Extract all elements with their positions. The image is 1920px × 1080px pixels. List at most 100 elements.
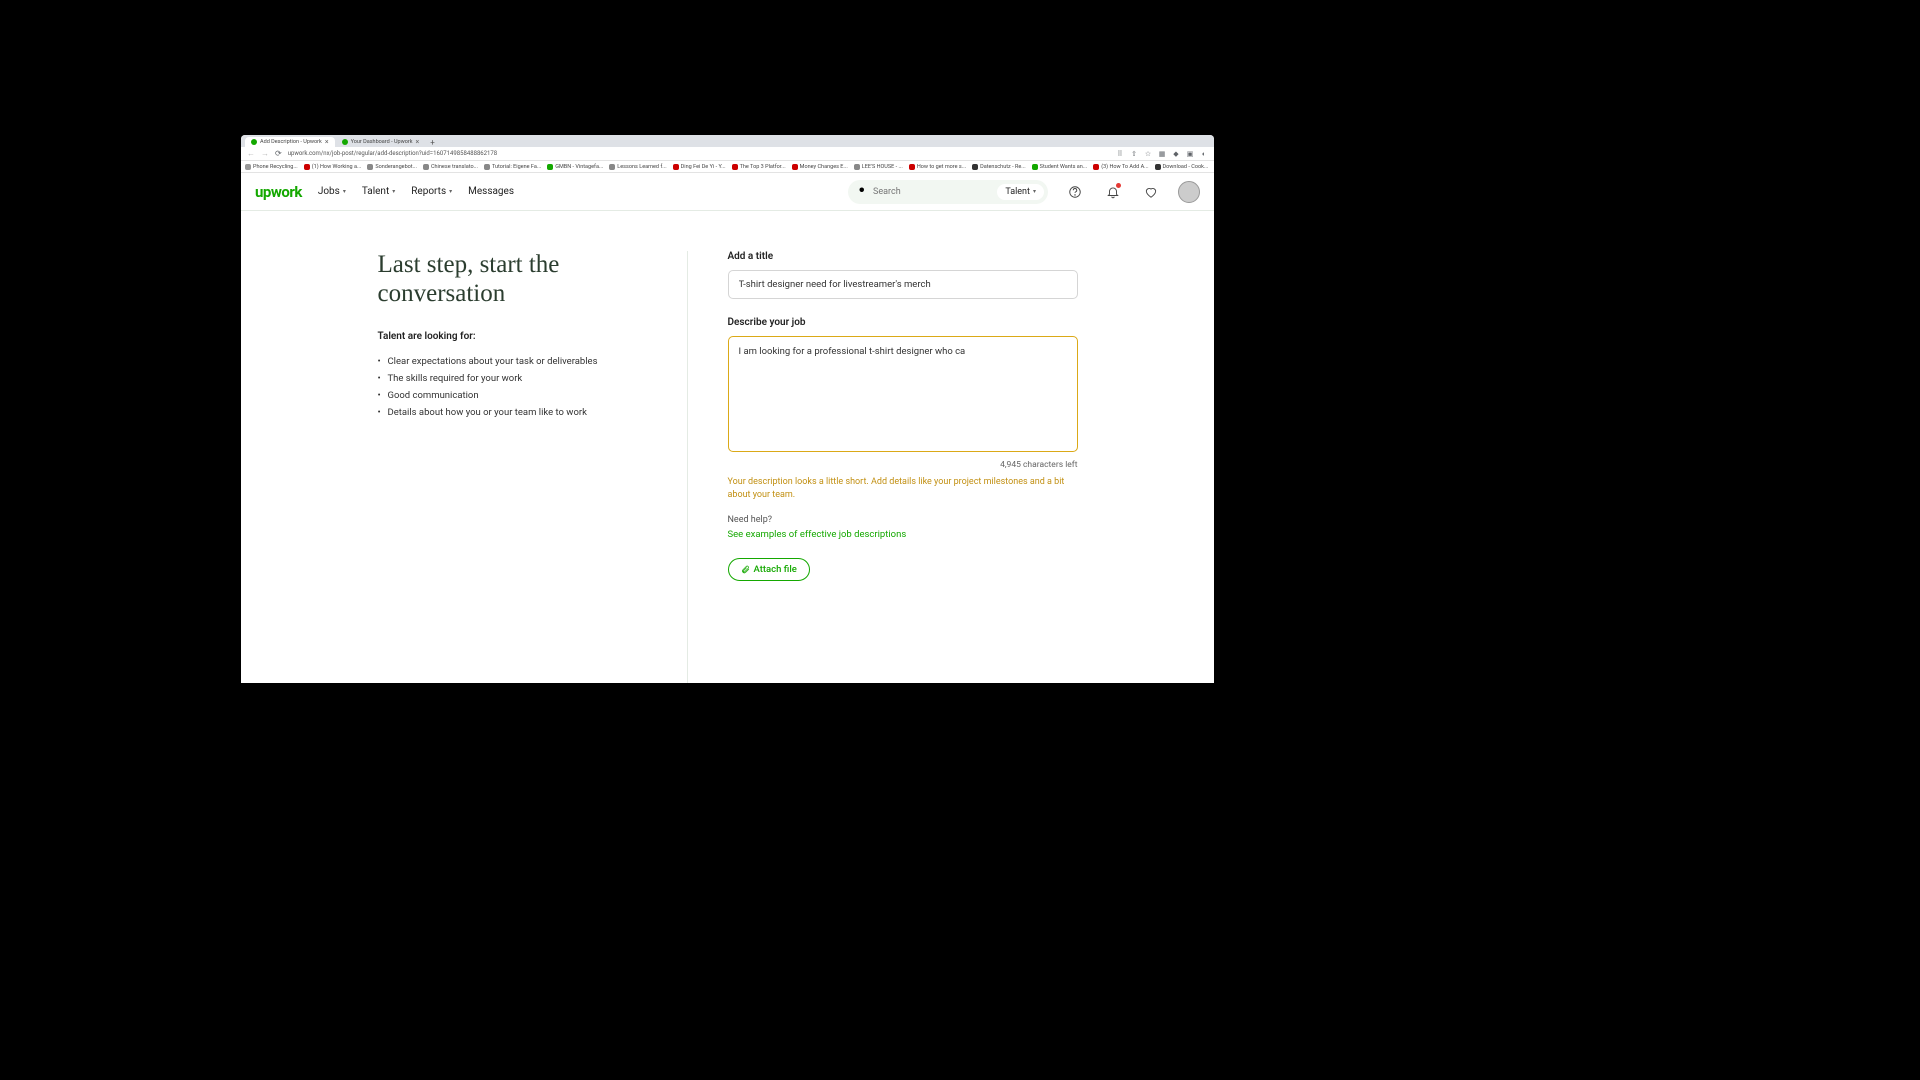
bookmark-favicon <box>1155 164 1161 170</box>
bookmark-label: Lessons Learned f... <box>617 164 666 170</box>
bookmark-item[interactable]: GMBN - Vintagefa... <box>547 164 603 170</box>
nav-talent[interactable]: Talent▾ <box>362 186 395 197</box>
upwork-logo[interactable]: upwork <box>255 183 302 201</box>
browser-tab-strip: Add Description - Upwork × Your Dashboar… <box>241 135 1214 147</box>
bookmark-favicon <box>367 164 373 170</box>
bookmark-item[interactable]: Download - Cook... <box>1155 164 1209 170</box>
avatar[interactable] <box>1178 181 1200 203</box>
bookmark-item[interactable]: Money Changes E... <box>792 164 848 170</box>
tips-list: Clear expectations about your task or de… <box>378 356 657 418</box>
bookmark-item[interactable]: Sonderangebot... <box>367 164 417 170</box>
forward-button[interactable]: → <box>261 149 269 158</box>
bookmark-label: Student Wants an... <box>1040 164 1088 170</box>
bookmark-label: Phone Recycling... <box>253 164 298 170</box>
bookmark-item[interactable]: Student Wants an... <box>1032 164 1088 170</box>
bookmark-favicon <box>909 164 915 170</box>
attach-file-button[interactable]: Attach file <box>728 558 810 581</box>
translate-icon[interactable]: ⠿ <box>1116 150 1124 158</box>
bookmark-item[interactable]: Datenschutz - Re... <box>972 164 1026 170</box>
bookmark-item[interactable]: LEE'S HOUSE - ... <box>854 164 903 170</box>
bookmark-favicon <box>972 164 978 170</box>
notification-dot <box>1116 183 1121 188</box>
tab-title: Add Description - Upwork <box>260 139 322 145</box>
title-label: Add a title <box>728 251 1078 262</box>
bookmark-item[interactable]: Chinese translato... <box>423 164 478 170</box>
help-icon[interactable] <box>1064 181 1086 203</box>
bookmark-item[interactable]: Ding Fei De Yi - Y... <box>673 164 726 170</box>
page-heading: Last step, start the conversation <box>378 251 657 309</box>
bookmark-label: GMBN - Vintagefa... <box>555 164 603 170</box>
bookmark-item[interactable]: (1) How Working a... <box>304 164 362 170</box>
bookmark-label: The Top 3 Platfor... <box>740 164 786 170</box>
bookmark-label: Sonderangebot... <box>375 164 417 170</box>
chevron-down-icon: ▾ <box>392 188 395 195</box>
bookmark-label: Download - Cook... <box>1163 164 1209 170</box>
profile-icon[interactable]: ◐ <box>1200 150 1208 158</box>
bell-icon[interactable] <box>1102 181 1124 203</box>
extension-icon[interactable]: ▦ <box>1158 150 1166 158</box>
tab-close-icon[interactable]: × <box>325 139 329 146</box>
bookmark-label: LEE'S HOUSE - ... <box>862 164 903 170</box>
extension-icon[interactable]: ▣ <box>1186 150 1194 158</box>
upwork-header: upwork Jobs▾ Talent▾ Reports▾ Messages T… <box>241 173 1214 211</box>
share-icon[interactable]: ⇧ <box>1130 150 1138 158</box>
bookmark-favicon <box>673 164 679 170</box>
bookmark-label: How to get more s... <box>917 164 966 170</box>
bookmark-label: (3) How To Add A... <box>1101 164 1148 170</box>
nav-reports[interactable]: Reports▾ <box>411 186 452 197</box>
new-tab-button[interactable]: + <box>426 138 439 147</box>
bookmark-favicon <box>547 164 553 170</box>
bookmark-item[interactable]: Tutorial: Eigene Fa... <box>484 164 541 170</box>
search-input[interactable] <box>873 187 991 197</box>
search-filter-pill[interactable]: Talent▾ <box>997 184 1044 200</box>
bookmark-favicon <box>609 164 615 170</box>
nav-jobs[interactable]: Jobs▾ <box>318 186 346 197</box>
bookmark-favicon <box>732 164 738 170</box>
bookmark-icon[interactable]: ☆ <box>1144 150 1152 158</box>
char-counter: 4,945 characters left <box>728 460 1078 470</box>
bookmark-favicon <box>304 164 310 170</box>
page-content: Last step, start the conversation Talent… <box>241 211 1214 683</box>
url-field[interactable]: upwork.com/nx/job-post/regular/add-descr… <box>288 150 1110 157</box>
bookmark-label: Ding Fei De Yi - Y... <box>681 164 726 170</box>
help-link[interactable]: See examples of effective job descriptio… <box>728 529 1078 540</box>
tab-title: Your Dashboard - Upwork <box>351 139 413 145</box>
bookmark-item[interactable]: (3) How To Add A... <box>1093 164 1148 170</box>
bookmark-label: Money Changes E... <box>800 164 848 170</box>
bookmark-item[interactable]: How to get more s... <box>909 164 966 170</box>
reload-button[interactable]: ⟳ <box>275 149 282 158</box>
extension-icon[interactable]: ◆ <box>1172 150 1180 158</box>
tip-item: The skills required for your work <box>378 373 657 384</box>
bookmark-item[interactable]: Lessons Learned f... <box>609 164 666 170</box>
chevron-down-icon: ▾ <box>449 188 452 195</box>
chevron-down-icon: ▾ <box>1033 188 1036 195</box>
warning-text: Your description looks a little short. A… <box>728 476 1078 501</box>
chevron-down-icon: ▾ <box>343 188 346 195</box>
bookmark-favicon <box>1032 164 1038 170</box>
browser-tab[interactable]: Your Dashboard - Upwork × <box>336 137 426 147</box>
heart-icon[interactable] <box>1140 181 1162 203</box>
search-box[interactable]: Talent▾ <box>848 180 1048 204</box>
bookmark-item[interactable]: The Top 3 Platfor... <box>732 164 786 170</box>
tip-item: Clear expectations about your task or de… <box>378 356 657 367</box>
address-bar: ← → ⟳ upwork.com/nx/job-post/regular/add… <box>241 147 1214 161</box>
back-button[interactable]: ← <box>247 149 255 158</box>
bookmark-label: Chinese translato... <box>431 164 478 170</box>
tip-item: Good communication <box>378 390 657 401</box>
paperclip-icon <box>741 565 750 574</box>
title-input[interactable] <box>728 270 1078 299</box>
bookmark-favicon <box>484 164 490 170</box>
bookmark-item[interactable]: Phone Recycling... <box>245 164 298 170</box>
search-icon <box>858 186 867 198</box>
tab-favicon <box>342 139 348 145</box>
bookmark-favicon <box>1093 164 1099 170</box>
description-textarea[interactable] <box>728 336 1078 452</box>
bookmark-label: Datenschutz - Re... <box>980 164 1026 170</box>
help-label: Need help? <box>728 515 1078 525</box>
tab-close-icon[interactable]: × <box>416 139 420 146</box>
browser-tab-active[interactable]: Add Description - Upwork × <box>245 137 335 147</box>
description-label: Describe your job <box>728 317 1078 328</box>
bookmarks-bar: Phone Recycling... (1) How Working a... So… <box>241 161 1214 173</box>
right-column: Add a title Describe your job 4,945 char… <box>688 251 1078 683</box>
nav-messages[interactable]: Messages <box>468 186 514 197</box>
